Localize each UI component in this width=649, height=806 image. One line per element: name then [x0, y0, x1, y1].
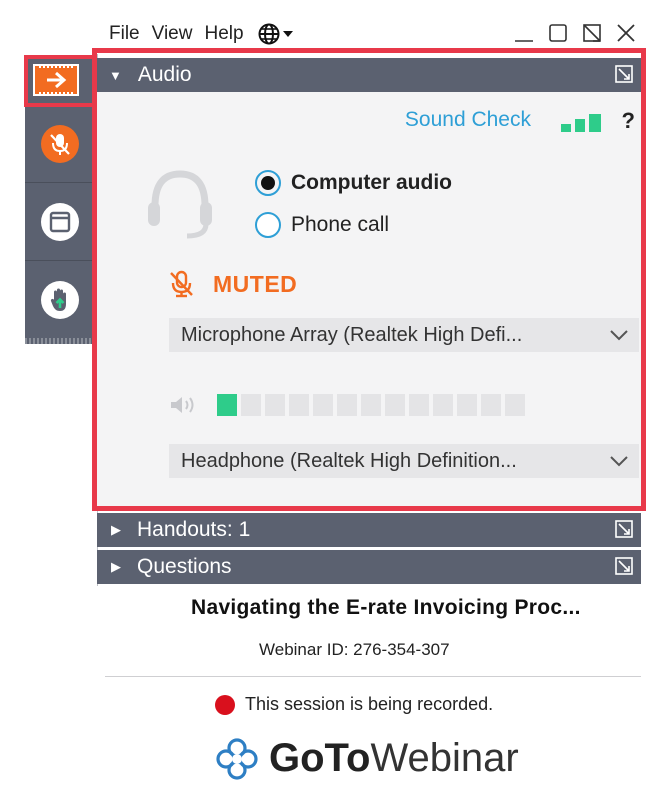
- maximize-icon[interactable]: [547, 22, 569, 44]
- popout-icon[interactable]: [615, 520, 633, 538]
- globe-icon: [258, 23, 280, 45]
- toolbar-hand-button[interactable]: [25, 260, 95, 339]
- headset-icon: [148, 170, 212, 239]
- muted-label: MUTED: [213, 270, 298, 297]
- speaker-select[interactable]: Headphone (Realtek High Definition...: [169, 444, 639, 478]
- window-icon: [41, 203, 79, 241]
- microphone-select[interactable]: Microphone Array (Realtek High Defi...: [169, 318, 639, 352]
- level-segment: [337, 394, 357, 416]
- level-segment: [409, 394, 429, 416]
- menu-help[interactable]: Help: [204, 23, 243, 45]
- menu-view[interactable]: View: [152, 23, 193, 45]
- level-segment: [241, 394, 261, 416]
- webinar-info: Navigating the E-rate Invoicing Proc... …: [97, 586, 649, 806]
- level-segment: [217, 394, 237, 416]
- sound-check-link[interactable]: Sound Check: [405, 108, 531, 132]
- chevron-down-icon: [610, 330, 628, 341]
- level-segment: [481, 394, 501, 416]
- handouts-title: Handouts: 1: [137, 518, 251, 541]
- audio-section-title: Audio: [137, 63, 192, 86]
- level-segment: [313, 394, 333, 416]
- level-segment: [505, 394, 525, 416]
- close-icon[interactable]: [615, 22, 637, 44]
- mic-muted-icon: [41, 125, 79, 163]
- speaker-level-meter: [217, 394, 525, 416]
- collapse-triangle-icon: ▼: [109, 67, 122, 83]
- popout-icon[interactable]: [615, 65, 633, 83]
- toolbar-collapse-button[interactable]: [25, 58, 95, 104]
- language-menu[interactable]: [258, 23, 294, 45]
- raise-hand-icon: [41, 281, 79, 319]
- popout-icon[interactable]: [615, 557, 633, 575]
- audio-panel: Sound Check ? Computer audio Phone call …: [97, 92, 641, 506]
- caret-down-icon: [282, 31, 293, 37]
- level-segment: [433, 394, 453, 416]
- toolbar-screen-button[interactable]: [25, 182, 95, 261]
- expand-triangle-icon: ▶: [111, 559, 121, 574]
- level-segment: [265, 394, 285, 416]
- menu-file[interactable]: File: [109, 23, 140, 45]
- mic-muted-icon: [170, 270, 193, 298]
- webinar-id: Webinar ID: 276-354-307: [259, 640, 450, 659]
- expand-triangle-icon: ▶: [111, 522, 121, 537]
- recording-text: This session is being recorded.: [245, 694, 494, 714]
- questions-section-header[interactable]: ▶ Questions: [97, 550, 641, 584]
- speaker-level-row: [169, 394, 525, 416]
- audio-section-header[interactable]: ▼ Audio: [97, 58, 641, 92]
- questions-title: Questions: [137, 555, 232, 578]
- radio-unselected[interactable]: [255, 212, 281, 238]
- arrow-right-icon: [33, 64, 79, 96]
- level-segment: [361, 394, 381, 416]
- recording-dot-icon: [215, 694, 235, 715]
- logo-webinar-text: Webinar: [370, 736, 519, 780]
- toolbar-mic-button[interactable]: [25, 104, 95, 183]
- gotowebinar-flower-icon: [216, 737, 258, 780]
- handouts-section-header[interactable]: ▶ Handouts: 1: [97, 513, 641, 547]
- phone-call-label: Phone call: [291, 213, 390, 236]
- microphone-value: Microphone Array (Realtek High Defi...: [181, 323, 523, 346]
- divider: [105, 676, 641, 677]
- radio-selected[interactable]: [255, 170, 281, 196]
- webinar-title: Navigating the E-rate Invoicing Proc...: [191, 596, 581, 619]
- help-icon[interactable]: ?: [622, 108, 635, 134]
- gotowebinar-logo: GoTo Webinar: [215, 736, 519, 781]
- restore-icon[interactable]: [581, 22, 603, 44]
- logo-goto-text: GoTo: [269, 736, 371, 780]
- speaker-volume-icon: [171, 397, 194, 413]
- phone-call-option[interactable]: Phone call: [255, 212, 389, 238]
- mute-status[interactable]: MUTED: [169, 270, 297, 298]
- level-segment: [289, 394, 309, 416]
- speaker-value: Headphone (Realtek High Definition...: [181, 449, 517, 472]
- signal-strength-icon: [561, 114, 601, 132]
- chevron-down-icon: [610, 456, 628, 467]
- recording-notice: This session is being recorded.: [215, 694, 493, 715]
- minimize-icon[interactable]: [513, 22, 535, 44]
- level-segment: [385, 394, 405, 416]
- toolbar-grip[interactable]: [25, 338, 95, 344]
- computer-audio-label: Computer audio: [291, 171, 452, 194]
- level-segment: [457, 394, 477, 416]
- menu-bar: File View Help: [97, 14, 649, 54]
- computer-audio-option[interactable]: Computer audio: [255, 170, 452, 196]
